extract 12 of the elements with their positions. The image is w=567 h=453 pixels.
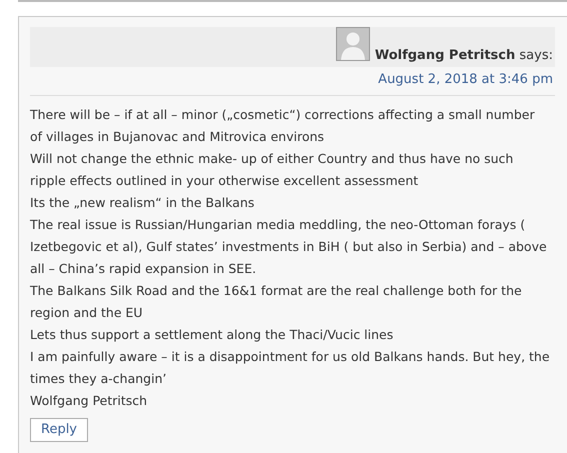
comment-text: There will be – if at all – minor („cosmetic“) corrections affecting a small number of villages in Bujanovac and Mitrovica environs <box>30 106 536 146</box>
comment-date-link[interactable]: August 2, 2018 at 3:46 pm <box>378 70 553 90</box>
comment-text: The Balkans Silk Road and the 16&1 format are the real challenge both for the region and the EU <box>30 282 523 322</box>
reply-button[interactable]: Reply <box>30 418 88 442</box>
comment-text: I am painfully aware – it is a disappointment for us old Balkans hands. But hey, the times they a-changin’ <box>30 348 550 388</box>
comment-text: Wolfgang Petritsch <box>30 392 148 410</box>
comment-text: Lets thus support a settlement along the Thaci/Vucic lines <box>30 326 394 344</box>
author-name: Wolfgang Petritsch <box>374 48 516 62</box>
comment-text: Its the „new realism“ in the Balkans <box>30 194 256 212</box>
says-label: says: <box>519 48 553 62</box>
comment-text: Will not change the ethnic make- up of either Country and thus have no such ripple effects outlined in your otherwise excellent assessment <box>30 150 514 190</box>
comment-text: The real issue is Russian/Hungarian media meddling, the neo-Ottoman forays ( Izetbegovic et al), Gulf states’ investments in BiH ( but also in Serbia) and – above all – China’s rapid expansion in SEE. <box>30 216 548 278</box>
